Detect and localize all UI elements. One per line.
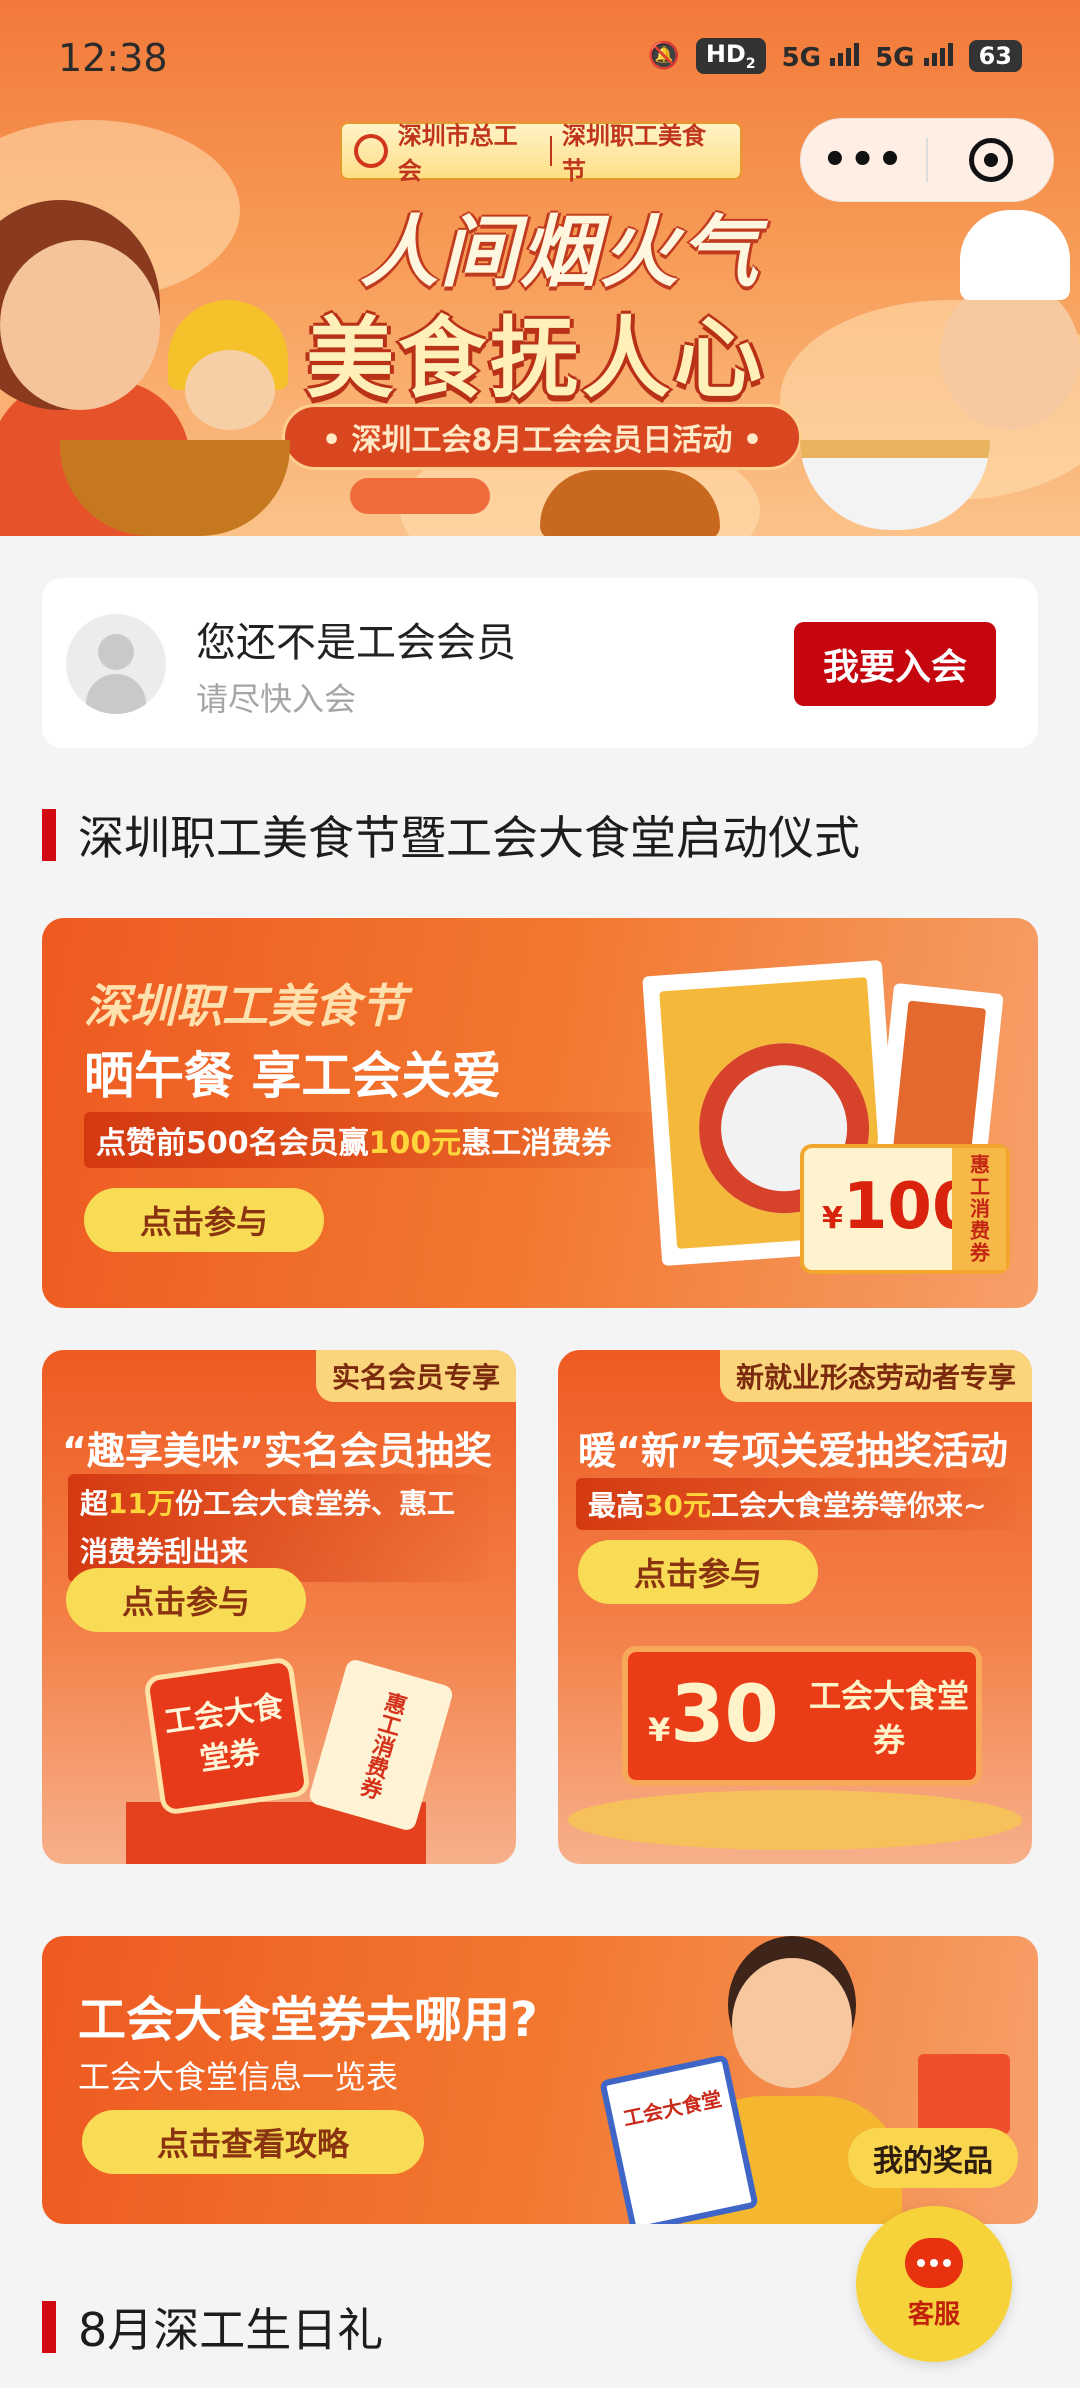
noodle-bowl-illustration: [800, 440, 990, 530]
clipboard-illustration: 工会大食堂: [599, 2054, 759, 2224]
festival-participate-button[interactable]: 点击参与: [84, 1188, 324, 1252]
woman-illustration: [0, 240, 160, 410]
chef-hat-illustration: [960, 210, 1070, 300]
new-worker-participate-button[interactable]: 点击参与: [578, 1540, 818, 1604]
org-name-right: 深圳职工美食节: [561, 122, 706, 185]
org-banner: 深圳市总工会 深圳职工美食节: [340, 122, 742, 185]
roast-chicken-illustration: [540, 470, 720, 536]
chef-illustration: [940, 280, 1080, 430]
banner-festival-desc: 点赞前500名会员赢100元惠工消费券: [84, 1112, 684, 1168]
status-time: 12:38: [58, 36, 168, 80]
customer-service-label: 客服: [907, 2299, 960, 2330]
member-lottery-participate-button[interactable]: 点击参与: [66, 1568, 306, 1632]
hero-subtitle: • 深圳工会8月工会会员日活动 •: [282, 404, 802, 470]
more-options-icon[interactable]: •••: [801, 137, 926, 183]
union-logo-icon: [354, 134, 388, 168]
new-worker-lottery-title: 暖“新”专项关爱抽奖活动: [578, 1429, 1008, 1473]
member-status-title: 您还不是工会会员: [196, 620, 516, 666]
shrimp-illustration: [350, 478, 490, 514]
member-status-card: 您还不是工会会员 请尽快入会 我要入会: [42, 578, 1038, 748]
banner-festival-headline: 晒午餐 享工会关爱: [84, 1047, 502, 1105]
hero-banner: 12:38 🔕 HD2 5G 5G 63 ••• 深圳市总工会 深圳职工美食节 …: [0, 0, 1080, 536]
man-illustration: [732, 1958, 852, 2088]
target-circle-icon: [968, 138, 1013, 182]
canteen-ticket-illustration: 工会大食堂券: [142, 1656, 312, 1816]
section-title-launch: 深圳职工美食节暨工会大食堂启动仪式: [42, 802, 860, 868]
mini-program-capsule: •••: [800, 118, 1054, 202]
guide-title: 工会大食堂券去哪用?: [78, 1992, 538, 2048]
new-worker-lottery-banner[interactable]: 新就业形态劳动者专享 暖“新”专项关爱抽奖活动 最高30元工会大食堂券等你来~ …: [558, 1350, 1032, 1864]
child-face-illustration: [185, 350, 275, 430]
section-title-text: 深圳职工美食节暨工会大食堂启动仪式: [78, 811, 860, 865]
signal-icon-2: 5G: [875, 38, 953, 73]
coupon-30-illustration: ¥30 工会大食堂券: [622, 1646, 982, 1786]
status-bar: 12:38 🔕 HD2 5G 5G 63: [0, 0, 1080, 118]
member-exclusive-tag: 实名会员专享: [315, 1350, 516, 1402]
gift-box-icon: [918, 2054, 1010, 2134]
hd-badge: HD2: [695, 38, 766, 74]
org-divider: [550, 136, 552, 166]
section-accent-bar: [42, 809, 56, 861]
section-title-text: 8月深工生日礼: [78, 2303, 384, 2357]
stage-illustration: [568, 1790, 1022, 1850]
chat-headset-icon: [905, 2237, 963, 2288]
guide-subtitle: 工会大食堂信息一览表: [78, 2058, 399, 2096]
member-status-subtitle: 请尽快入会: [196, 680, 357, 718]
customer-service-button[interactable]: 客服: [856, 2206, 1012, 2362]
status-icons: 🔕 HD2 5G 5G 63: [647, 38, 1022, 74]
member-lottery-banner[interactable]: 实名会员专享 “趣享美味”实名会员抽奖 超11万份工会大食堂券、惠工消费券刮出来…: [42, 1350, 516, 1864]
member-lottery-desc: 超11万份工会大食堂券、惠工消费券刮出来: [68, 1474, 488, 1582]
my-prizes-button[interactable]: 我的奖品: [848, 2128, 1018, 2188]
org-name-left: 深圳市总工会: [397, 122, 518, 185]
signal-icon-1: 5G: [782, 38, 860, 73]
battery-icon: 63: [968, 39, 1022, 72]
section-title-birthday: 8月深工生日礼: [42, 2294, 383, 2360]
new-worker-lottery-desc: 最高30元工会大食堂券等你来~: [576, 1478, 1016, 1530]
hero-title-line2: 美食抚人心: [306, 307, 767, 410]
view-guide-button[interactable]: 点击查看攻略: [82, 2110, 424, 2174]
close-mini-program-button[interactable]: [928, 138, 1053, 182]
mute-bell-icon: 🔕: [647, 40, 680, 71]
hero-title-line1: 人间烟火气: [360, 208, 761, 298]
coupon-100-illustration: ¥100 惠工消费券: [800, 1144, 1010, 1274]
consumption-ticket-illustration: 惠工消费券: [307, 1657, 455, 1833]
banner-festival-title: 深圳职工美食节: [84, 979, 406, 1033]
section-accent-bar: [42, 2301, 56, 2353]
member-lottery-title: “趣享美味”实名会员抽奖: [62, 1429, 492, 1473]
new-worker-exclusive-tag: 新就业形态劳动者专享: [719, 1350, 1032, 1402]
food-festival-banner[interactable]: 深圳职工美食节 晒午餐 享工会关爱 点赞前500名会员赢100元惠工消费券 点击…: [42, 918, 1038, 1308]
avatar: [66, 614, 166, 714]
join-union-button[interactable]: 我要入会: [794, 622, 996, 706]
